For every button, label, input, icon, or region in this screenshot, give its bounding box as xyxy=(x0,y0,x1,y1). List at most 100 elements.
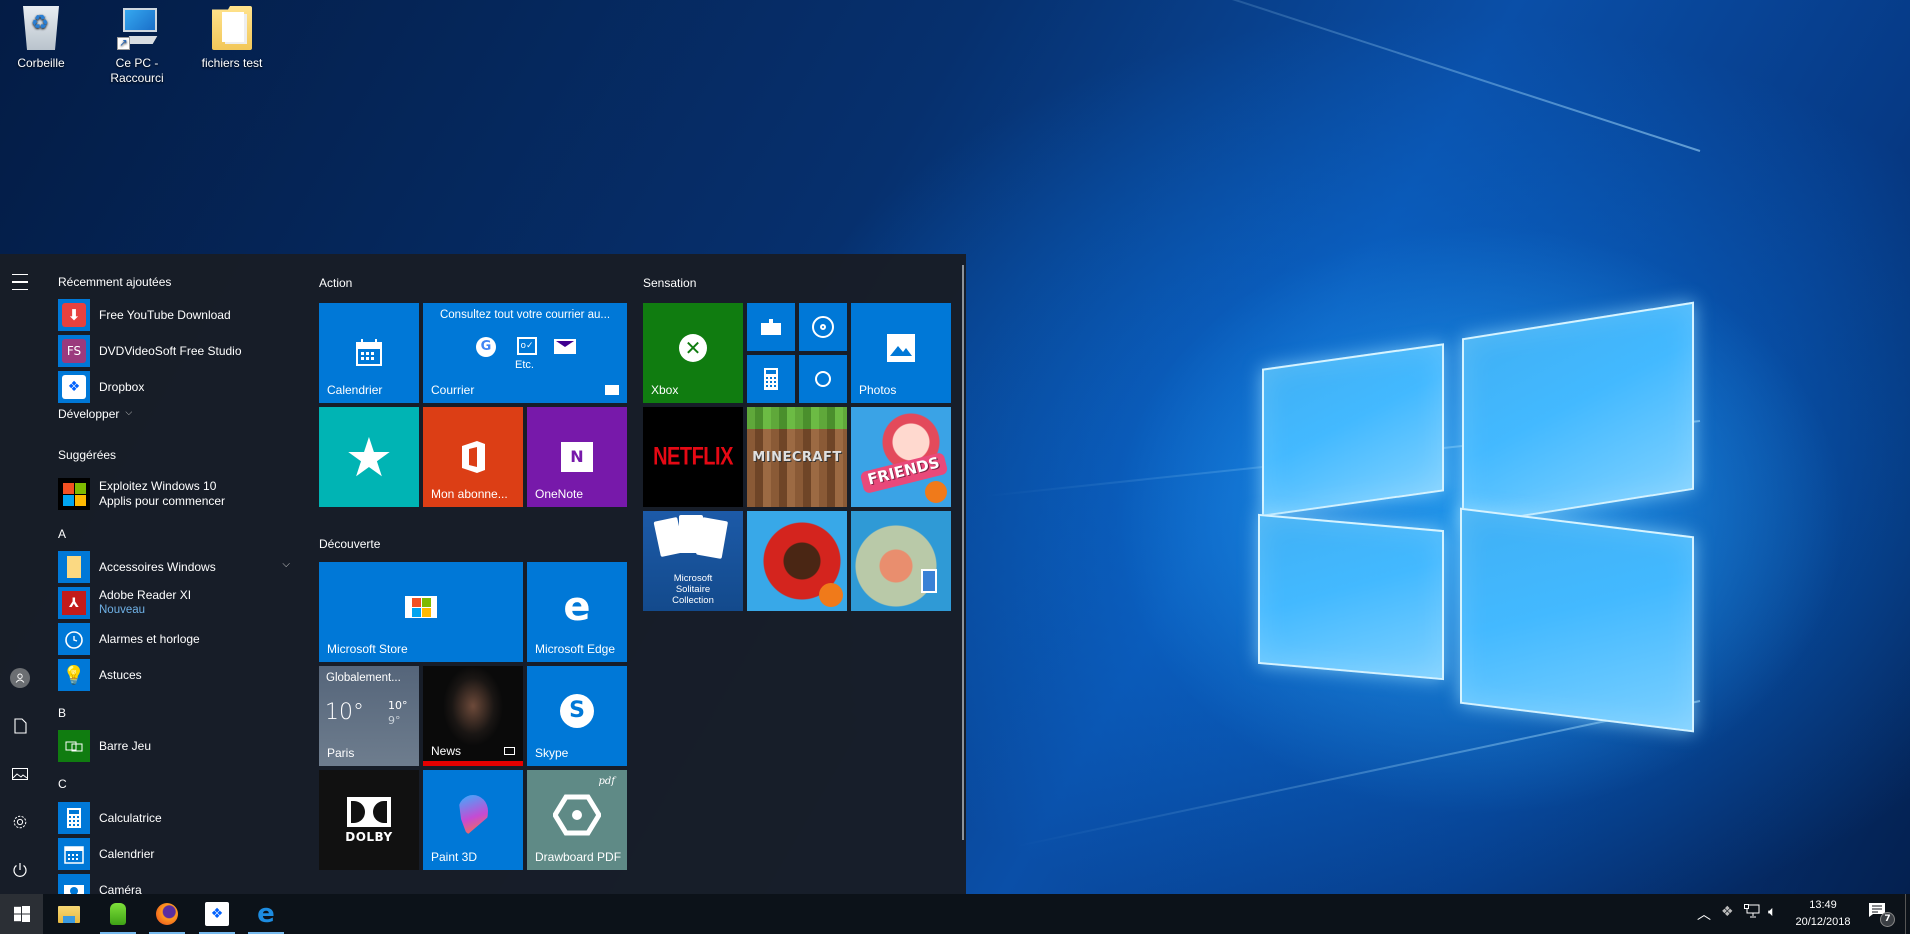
pictures-button[interactable] xyxy=(0,756,40,792)
tile-paint-3d[interactable]: Paint 3D xyxy=(423,770,523,870)
app-item-alarmes[interactable]: Alarmes et horloge xyxy=(58,623,298,655)
taskbar-file-explorer[interactable] xyxy=(45,894,93,934)
tile-courrier[interactable]: Consultez tout votre courrier au... G o✓… xyxy=(423,303,627,403)
desktop-icon-recycle-bin[interactable]: Corbeille xyxy=(1,6,81,71)
action-center-button[interactable]: 7 xyxy=(1868,902,1895,927)
yahoo-mail-icon xyxy=(554,339,576,354)
letter-header-a[interactable]: A xyxy=(58,527,66,541)
tile-xbox[interactable]: ✕ Xbox xyxy=(643,303,743,403)
suggested-line2: Applis pour commencer xyxy=(99,494,226,508)
clock[interactable]: 13:49 20/12/2018 xyxy=(1792,897,1854,931)
taskbar-dropbox[interactable]: ❖ xyxy=(193,894,241,934)
tile-groove-music[interactable] xyxy=(799,303,847,351)
power-button[interactable] xyxy=(0,852,40,888)
app-item-dropbox[interactable]: ❖ Dropbox xyxy=(58,371,298,403)
app-item-barre-jeu[interactable]: Barre Jeu xyxy=(58,730,298,762)
tile-label: Mon abonne... xyxy=(431,487,508,501)
start-menu-scrollbar[interactable] xyxy=(962,265,964,840)
tile-favorites-star[interactable]: ★ xyxy=(319,407,419,507)
app-item-calendrier[interactable]: Calendrier xyxy=(58,838,298,870)
app-label: Adobe Reader XI Nouveau xyxy=(99,588,191,618)
taskbar-green-app[interactable] xyxy=(94,894,142,934)
calculator-icon xyxy=(67,808,81,828)
group-title-sensation[interactable]: Sensation xyxy=(643,276,696,290)
windows-logo-pane xyxy=(1460,507,1694,733)
tile-label: Microsoft Solitaire Collection xyxy=(672,573,714,606)
tile-news[interactable]: News xyxy=(423,666,523,766)
dropbox-tray-button[interactable]: ❖ xyxy=(1721,904,1734,920)
windows-color-logo-icon xyxy=(58,478,90,510)
tile-photos[interactable]: Photos xyxy=(851,303,951,403)
lightbulb-icon: 💡 xyxy=(62,664,86,686)
clock-time: 13:49 xyxy=(1809,899,1837,911)
tile-netflix[interactable]: NETFLIX xyxy=(643,407,743,507)
tile-skype[interactable]: S Skype xyxy=(527,666,627,766)
tile-camera[interactable] xyxy=(799,355,847,403)
king-badge-icon xyxy=(925,481,947,503)
dropbox-tray-icon: ❖ xyxy=(1721,904,1734,920)
tile-label: Calendrier xyxy=(327,383,383,397)
tile-microsoft-store[interactable]: Microsoft Store xyxy=(319,562,523,662)
pdf-badge: pdf xyxy=(598,776,615,787)
group-title-decouverte[interactable]: Découverte xyxy=(319,537,380,551)
desktop-icon-this-pc[interactable]: ↗ Ce PC - Raccourci xyxy=(97,6,177,86)
start-button[interactable] xyxy=(0,894,43,934)
tile-calculator[interactable] xyxy=(747,355,795,403)
app-item-astuces[interactable]: 💡 Astuces xyxy=(58,659,298,691)
tile-films-tv[interactable] xyxy=(747,303,795,351)
dolby-wordmark: DOLBY xyxy=(345,829,393,844)
letter-header-b[interactable]: B xyxy=(58,706,66,720)
app-item-adobe-reader[interactable]: ⅄ Adobe Reader XI Nouveau xyxy=(58,587,298,619)
store-bag-icon xyxy=(405,596,437,618)
suggested-item-windows10[interactable]: Exploitez Windows 10 Applis pour commenc… xyxy=(58,478,298,510)
dropbox-icon: ❖ xyxy=(205,902,229,926)
app-tile-frame xyxy=(58,874,90,894)
desktop-icon-label: Ce PC - Raccourci xyxy=(110,56,164,85)
app-item-calculatrice[interactable]: Calculatrice xyxy=(58,802,298,834)
tile-label: OneNote xyxy=(535,487,584,501)
tile-onenote[interactable]: N OneNote xyxy=(527,407,627,507)
app-item-dvdvideosoft[interactable]: FS DVDVideoSoft Free Studio xyxy=(58,335,298,367)
tile-calendrier[interactable]: Calendrier xyxy=(319,303,419,403)
chevron-down-icon: ⌵ xyxy=(125,407,133,417)
documents-button[interactable] xyxy=(0,708,40,744)
app-list[interactable]: Récemment ajoutées ⬇ Free YouTube Downlo… xyxy=(58,254,303,894)
taskbar: ❖ e ︿ ❖ 🔈︎ 13:49 20/12/2018 7 xyxy=(0,894,1910,934)
user-account-button[interactable] xyxy=(0,660,40,696)
tile-office[interactable]: Mon abonne... xyxy=(423,407,523,507)
file-explorer-icon xyxy=(58,905,80,923)
app-item-accessoires-windows[interactable]: Accessoires Windows ⌵ xyxy=(58,551,298,583)
tile-weather[interactable]: Globalement... 10° 10° 9° Paris xyxy=(319,666,419,766)
network-button[interactable] xyxy=(1744,904,1760,922)
volume-button[interactable]: 🔈︎ xyxy=(1768,904,1776,920)
show-desktop-button[interactable] xyxy=(1905,894,1910,934)
photos-icon xyxy=(887,334,915,362)
tile-candy-crush-friends[interactable]: FRIENDS xyxy=(851,407,951,507)
tile-microsoft-edge[interactable]: e Microsoft Edge xyxy=(527,562,627,662)
app-label: Calculatrice xyxy=(99,810,162,825)
tile-solitaire[interactable]: Microsoft Solitaire Collection xyxy=(643,511,743,611)
windows-logo-pane xyxy=(1262,343,1444,517)
tile-minecraft[interactable]: MINECRAFT xyxy=(747,407,847,507)
app-item-camera[interactable]: Caméra xyxy=(58,874,298,894)
calendar-icon xyxy=(356,339,382,366)
desktop-icon-folder[interactable]: fichiers test xyxy=(192,6,272,71)
settings-button[interactable] xyxy=(0,804,40,840)
app-label: Barre Jeu xyxy=(99,738,152,753)
taskbar-firefox[interactable] xyxy=(143,894,191,934)
chevron-down-icon[interactable]: ⌵ xyxy=(282,559,290,570)
tile-candy-crush[interactable] xyxy=(747,511,847,611)
tile-drawboard-pdf[interactable]: pdf Drawboard PDF xyxy=(527,770,627,870)
group-title-action[interactable]: Action xyxy=(319,276,352,290)
windows-logo-pane xyxy=(1258,513,1444,681)
show-hidden-icons-button[interactable]: ︿ xyxy=(1697,904,1711,924)
app-tile-frame xyxy=(58,551,90,583)
app-item-free-youtube-download[interactable]: ⬇ Free YouTube Download xyxy=(58,299,298,331)
expand-button[interactable]: Développer ⌵ xyxy=(58,407,132,421)
taskbar-edge[interactable]: e xyxy=(242,894,290,934)
letter-header-c[interactable]: C xyxy=(58,777,67,791)
hamburger-icon[interactable] xyxy=(0,264,40,300)
tile-township[interactable] xyxy=(851,511,951,611)
recycle-bin-icon xyxy=(23,6,59,50)
tile-dolby[interactable]: DOLBY xyxy=(319,770,419,870)
